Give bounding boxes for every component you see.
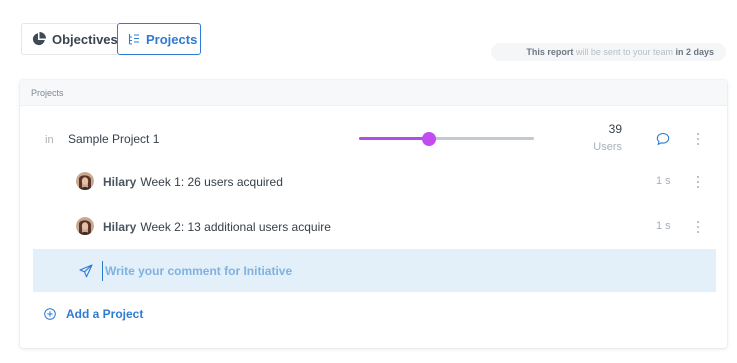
send-icon[interactable]: [79, 264, 93, 278]
in-label: in: [45, 134, 54, 146]
tab-projects[interactable]: Projects: [117, 23, 201, 55]
plus-circle-icon: [44, 308, 56, 320]
update-text: Hilary Week 2: 13 additional users acquir…: [103, 220, 331, 234]
view-tabs: Objectives Projects: [21, 23, 201, 55]
update-time: 1 s: [656, 175, 671, 187]
update-message: Week 2: 13 additional users acquire: [140, 220, 331, 234]
update-more-options-icon[interactable]: [695, 175, 701, 189]
project-row[interactable]: in Sample Project 1 39 Users: [20, 110, 727, 164]
metric-unit: Users: [593, 141, 622, 153]
project-name[interactable]: Sample Project 1: [68, 132, 159, 146]
update-row: Hilary Week 2: 13 additional users acquir…: [20, 207, 727, 247]
update-author: Hilary: [103, 220, 137, 234]
update-time: 1 s: [656, 220, 671, 232]
report-note-suffix: in 2 days: [675, 47, 714, 57]
report-note-middle: will be sent to your team: [573, 47, 676, 57]
report-note-prefix: This report: [526, 47, 574, 57]
slider-fill: [359, 137, 429, 140]
report-schedule-note: This report will be sent to your team in…: [491, 43, 726, 61]
avatar: [76, 217, 94, 235]
card-header: Projects: [20, 80, 727, 106]
project-more-options-icon[interactable]: [695, 132, 701, 146]
metric-value: 39: [608, 122, 622, 136]
projects-card: Projects in Sample Project 1 39 Users Hi…: [20, 80, 727, 348]
comment-icon[interactable]: [656, 132, 670, 146]
update-row: Hilary Week 1: 26 users acquired 1 s: [20, 162, 727, 202]
add-project-label: Add a Project: [66, 307, 144, 321]
tab-projects-label: Projects: [146, 31, 198, 47]
add-project-button[interactable]: Add a Project: [44, 307, 143, 321]
slider-thumb[interactable]: [422, 132, 436, 146]
progress-slider[interactable]: [359, 132, 534, 146]
tab-objectives[interactable]: Objectives: [21, 23, 118, 55]
comment-input[interactable]: [102, 261, 682, 281]
avatar: [76, 172, 94, 190]
update-more-options-icon[interactable]: [695, 220, 701, 234]
tab-objectives-label: Objectives: [52, 31, 118, 47]
update-message: Week 1: 26 users acquired: [140, 175, 283, 189]
project-list-icon: [128, 34, 139, 45]
update-text: Hilary Week 1: 26 users acquired: [103, 175, 283, 189]
update-author: Hilary: [103, 175, 137, 189]
pie-chart-icon: [32, 32, 46, 46]
comment-box: [33, 249, 716, 292]
